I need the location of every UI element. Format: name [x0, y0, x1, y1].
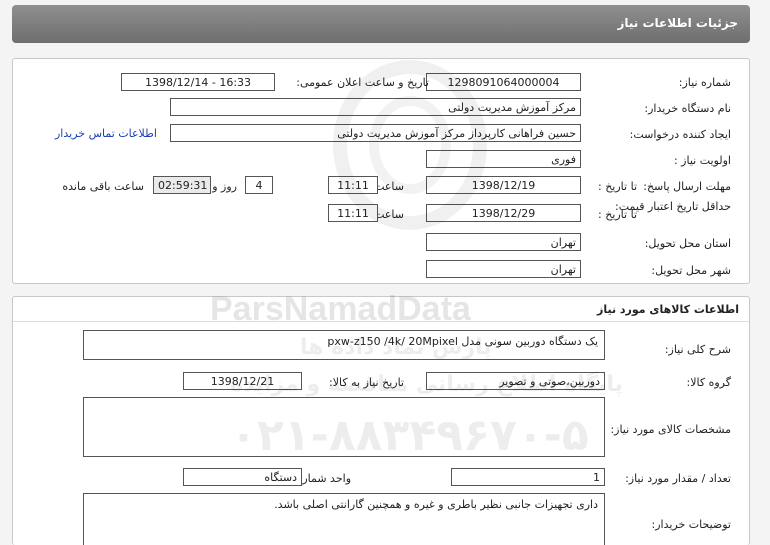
goods-group-field: دوربین،صوتی و تصویر	[426, 372, 605, 390]
city-field: تهران	[426, 260, 581, 278]
need-number-field: 1298091064000004	[426, 73, 581, 91]
creator-field: حسین فراهانی کارپرداز مرکز آموزش مدیریت …	[170, 124, 581, 142]
priority-field: فوری	[426, 150, 581, 168]
announce-label: تاریخ و ساعت اعلان عمومی:	[296, 76, 429, 89]
need-date-field: 1398/12/21	[183, 372, 302, 390]
quantity-label: تعداد / مقدار مورد نیاز:	[625, 472, 731, 485]
goods-section-title: اطلاعات کالاهای مورد نیاز	[597, 303, 739, 316]
buyer-org-field: مرکز آموزش مدیریت دولتی	[170, 98, 581, 116]
creator-label: ایجاد کننده درخواست:	[629, 128, 731, 141]
priority-label: اولویت نیاز :	[673, 154, 731, 167]
page-header: جزئیات اطلاعات نیاز	[12, 5, 750, 43]
buyer-notes-label: توضیحات خریدار:	[651, 518, 732, 531]
quantity-field: 1	[451, 468, 605, 486]
remaining-time-label: ساعت باقی مانده	[62, 180, 144, 193]
specs-field	[83, 397, 605, 457]
reply-date-field: 1398/12/19	[426, 176, 581, 194]
reply-time-field: 11:11	[328, 176, 378, 194]
reply-time-label: ساعت	[374, 180, 404, 193]
province-label: استان محل تحویل:	[644, 237, 731, 250]
buyer-org-label: نام دستگاه خریدار:	[644, 102, 731, 115]
buyer-notes-field: داری تجهیزات جانبی نظیر باطری و غیره و ه…	[83, 493, 605, 545]
need-info-panel: شماره نیاز: 1298091064000004 تاریخ و ساع…	[12, 58, 750, 284]
announce-field: 1398/12/14 - 16:33	[121, 73, 275, 91]
need-date-label: تاریخ نیاز به کالا:	[329, 376, 404, 389]
buyer-contact-link[interactable]: اطلاعات تماس خریدار	[55, 127, 157, 140]
summary-field: یک دستگاه دوربین سونی مدل pxw-z150 /4k/ …	[83, 330, 605, 360]
summary-label: شرح کلی نیاز:	[664, 343, 731, 356]
page-title: جزئیات اطلاعات نیاز	[617, 16, 738, 30]
validity-time-field: 11:11	[328, 204, 378, 222]
specs-label: مشخصات کالای مورد نیاز:	[610, 423, 731, 436]
reply-to-date-label: تا تاریخ :	[598, 180, 637, 193]
reply-deadline-label: مهلت ارسال پاسخ:	[643, 180, 731, 193]
province-field: تهران	[426, 233, 581, 251]
days-field: 4	[245, 176, 273, 194]
remaining-time-field: 02:59:31	[153, 176, 211, 194]
validity-date-field: 1398/12/29	[426, 204, 581, 222]
city-label: شهر محل تحویل:	[651, 264, 731, 277]
goods-group-label: گروه کالا:	[686, 376, 731, 389]
validity-time-label: ساعت	[374, 208, 404, 221]
validity-to-date-label: تا تاریخ :	[598, 208, 637, 221]
goods-info-panel: اطلاعات کالاهای مورد نیاز شرح کلی نیاز: …	[12, 296, 750, 545]
section-divider	[13, 321, 749, 322]
days-label: روز و	[212, 180, 237, 193]
need-number-label: شماره نیاز:	[678, 76, 731, 89]
unit-field: دستگاه	[183, 468, 302, 486]
